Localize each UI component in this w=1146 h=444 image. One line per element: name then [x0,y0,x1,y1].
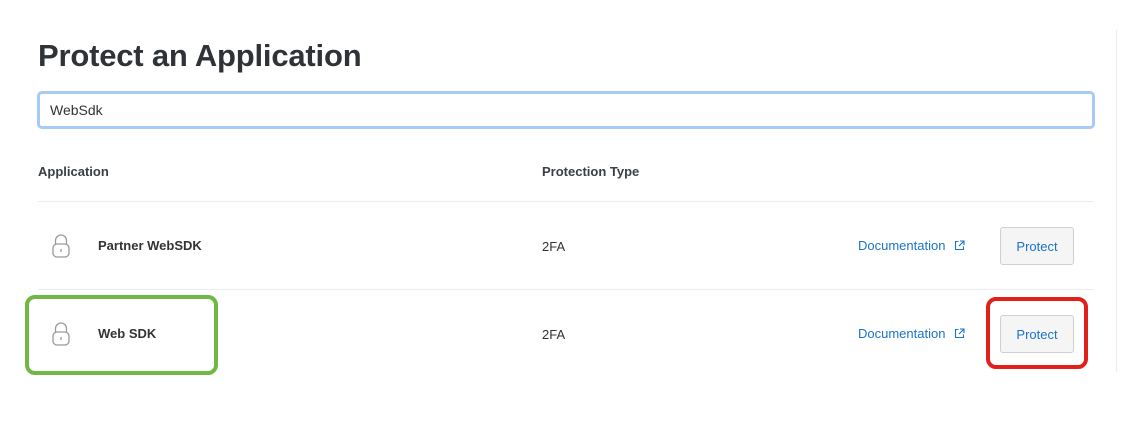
external-link-icon [954,327,965,339]
column-header-protection-type: Protection Type [542,164,640,179]
documentation-link[interactable]: Documentation [858,238,965,253]
protection-type: 2FA [542,327,566,342]
protect-application-page: Protect an Application Application Prote… [0,0,1146,444]
documentation-link[interactable]: Documentation [858,326,965,341]
external-link-icon [954,239,965,251]
lock-icon [51,232,71,260]
column-header-application: Application [38,164,109,179]
protection-type: 2FA [542,239,566,254]
protect-button[interactable]: Protect [1000,227,1074,265]
table-row: Partner WebSDK 2FA Documentation Protect [38,201,1094,290]
search-input[interactable] [37,91,1095,129]
content-divider [1116,30,1117,372]
application-name: Partner WebSDK [98,238,202,253]
documentation-label: Documentation [858,238,946,253]
highlight-box-green [25,295,218,375]
highlight-box-red [986,297,1088,369]
page-title: Protect an Application [38,38,362,73]
documentation-label: Documentation [858,326,946,341]
